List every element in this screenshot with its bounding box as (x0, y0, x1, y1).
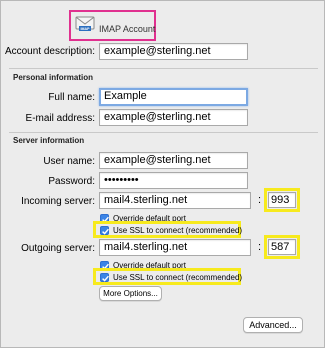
account-description-field[interactable]: example@sterling.net (99, 43, 248, 60)
user-name-field[interactable]: example@sterling.net (99, 152, 248, 169)
full-name-label: Full name: (48, 92, 95, 103)
account-type-label: IMAP Account (99, 24, 156, 34)
checkmark-icon (100, 272, 109, 282)
password-label: Password: (48, 176, 95, 187)
divider (9, 68, 318, 69)
mail-envelope-icon: IMAP (75, 14, 95, 34)
incoming-server-label: Incoming server: (21, 196, 95, 207)
account-settings-panel: IMAP IMAP Account Account description: e… (0, 0, 325, 348)
full-name-field[interactable]: Example (99, 88, 248, 106)
email-address-field[interactable]: example@sterling.net (99, 109, 248, 126)
svg-text:IMAP: IMAP (81, 27, 91, 31)
incoming-ssl-checkbox[interactable]: Use SSL to connect (recommended) (100, 225, 242, 235)
incoming-ssl-label: Use SSL to connect (recommended) (113, 225, 243, 235)
incoming-server-field[interactable]: mail4.sterling.net (99, 192, 251, 209)
outgoing-server-label: Outgoing server: (21, 243, 95, 254)
advanced-button[interactable]: Advanced... (243, 317, 303, 333)
email-address-label: E-mail address: (25, 113, 95, 124)
more-options-button[interactable]: More Options... (99, 286, 162, 301)
outgoing-ssl-checkbox[interactable]: Use SSL to connect (recommended) (100, 272, 242, 282)
outgoing-ssl-label: Use SSL to connect (recommended) (113, 272, 243, 282)
server-info-heading: Server information (13, 136, 85, 145)
personal-info-heading: Personal information (13, 73, 94, 82)
outgoing-port-field[interactable]: 587 (268, 239, 296, 255)
port-separator: : (258, 241, 262, 253)
user-name-label: User name: (43, 156, 95, 167)
checkmark-icon (100, 225, 109, 235)
outgoing-server-field[interactable]: mail4.sterling.net (99, 239, 251, 256)
divider (9, 132, 318, 133)
password-field[interactable]: ••••••••• (99, 172, 248, 189)
account-description-label: Account description: (4, 46, 95, 57)
incoming-port-field[interactable]: 993 (268, 192, 296, 208)
port-separator: : (258, 194, 262, 206)
